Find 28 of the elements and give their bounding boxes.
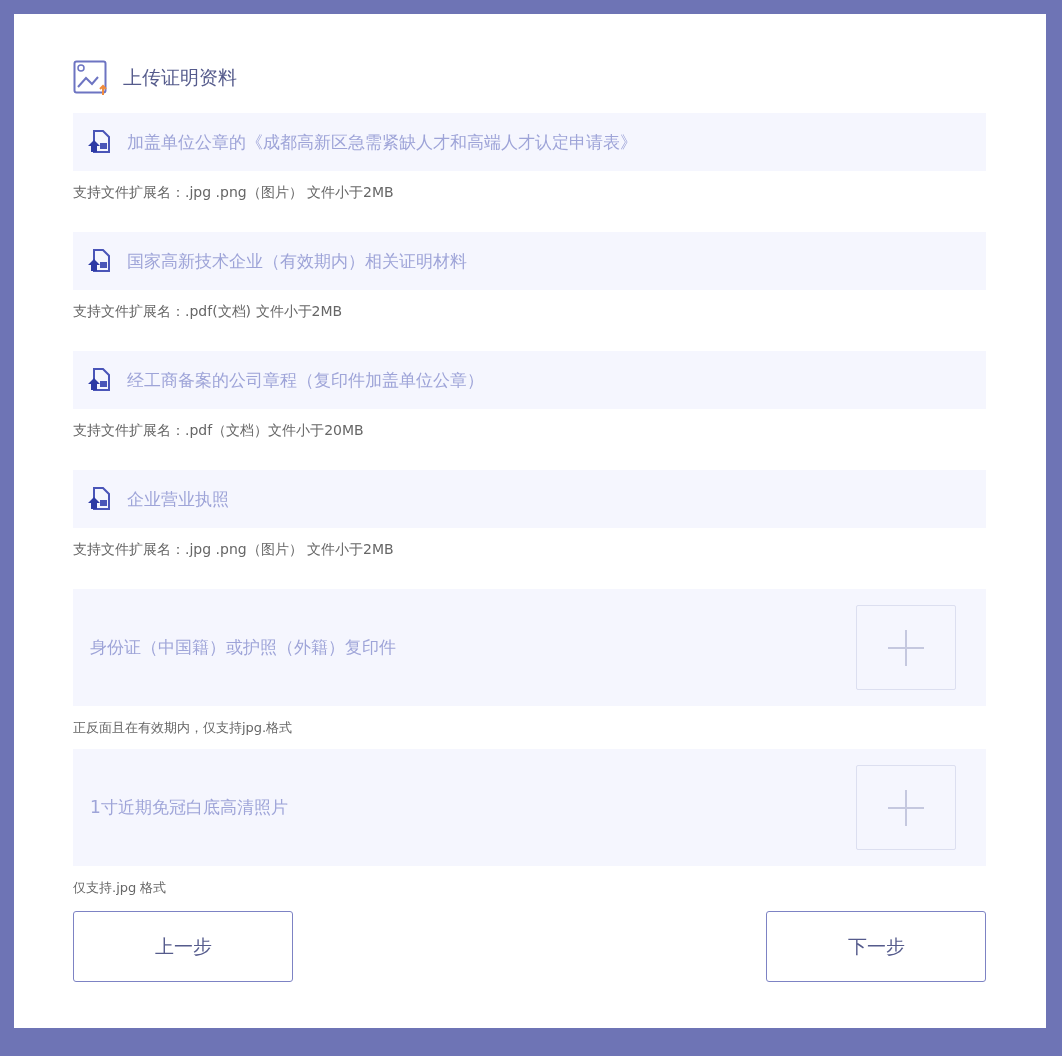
document-upload-icon <box>87 367 113 393</box>
upload-label: 国家高新技术企业（有效期内）相关证明材料 <box>127 249 467 273</box>
add-photo-button[interactable] <box>856 605 956 690</box>
file-hint: 支持文件扩展名：.jpg .png（图片） 文件小于2MB <box>73 184 395 202</box>
section-title: 上传证明资料 <box>123 65 237 90</box>
plus-icon <box>887 788 925 827</box>
add-photo-button[interactable] <box>856 765 956 850</box>
document-upload-icon <box>87 129 113 155</box>
upload-label: 加盖单位公章的《成都高新区急需紧缺人才和高端人才认定申请表》 <box>127 130 637 154</box>
upload-label: 身份证（中国籍）或护照（外籍）复印件 <box>90 636 396 659</box>
file-hint: 支持文件扩展名：.jpg .png（图片） 文件小于2MB <box>73 541 395 559</box>
upload-row[interactable]: 国家高新技术企业（有效期内）相关证明材料 <box>73 232 986 290</box>
upload-label: 经工商备案的公司章程（复印件加盖单位公章） <box>127 368 484 392</box>
document-upload-icon <box>87 486 113 512</box>
plus-icon <box>887 628 925 667</box>
upload-label: 企业营业执照 <box>127 487 229 511</box>
upload-row[interactable]: 经工商备案的公司章程（复印件加盖单位公章） <box>73 351 986 409</box>
file-hint: 仅支持.jpg 格式 <box>73 879 168 897</box>
document-upload-icon <box>87 248 113 274</box>
upload-row[interactable]: 加盖单位公章的《成都高新区急需紧缺人才和高端人才认定申请表》 <box>73 113 986 171</box>
next-button[interactable]: 下一步 <box>766 911 986 982</box>
chart-upload-icon <box>73 60 109 96</box>
file-hint: 支持文件扩展名：.pdf(文档) 文件小于2MB <box>73 303 344 321</box>
file-hint: 正反面且在有效期内，仅支持jpg.格式 <box>73 719 294 737</box>
file-hint: 支持文件扩展名：.pdf（文档）文件小于20MB <box>73 422 365 440</box>
upload-row[interactable]: 企业营业执照 <box>73 470 986 528</box>
previous-button[interactable]: 上一步 <box>73 911 293 982</box>
upload-label: 1寸近期免冠白底高清照片 <box>90 796 288 819</box>
